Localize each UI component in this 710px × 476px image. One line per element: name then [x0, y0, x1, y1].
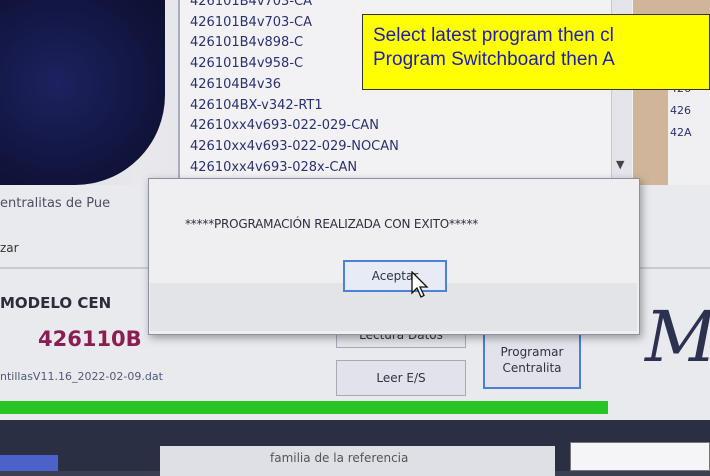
list-item[interactable]: 426104BX-v342-RT1 — [190, 98, 323, 113]
list-item[interactable]: 426101B4v703-CA — [190, 0, 312, 9]
program-switchboard-button[interactable]: Programar Centralita — [483, 331, 581, 389]
brand-letter: M — [645, 296, 710, 378]
instruction-line-2: Program Switchboard then A — [373, 49, 615, 70]
file-name: ntillasV11.16_2022-02-09.dat — [0, 370, 163, 383]
list-item[interactable]: 42610xx4v693-022-029-NOCAN — [190, 139, 399, 154]
list-item[interactable]: 42610xx4v693-022-029-CAN — [190, 118, 379, 133]
menu-item[interactable]: zar — [0, 241, 19, 255]
list-item[interactable]: 426101B4v898-C — [190, 35, 303, 50]
model-value: 426110B — [38, 327, 142, 351]
progress-bar — [0, 401, 608, 414]
list-item[interactable]: 426101B4v703-CA — [190, 15, 312, 30]
family-label: familia de la referencia — [270, 451, 409, 465]
reference-input[interactable] — [570, 442, 710, 471]
instruction-banner: Select latest program then cl Program Sw… — [362, 14, 710, 90]
program-button-line-2: Centralita — [502, 361, 562, 375]
bottom-tab[interactable] — [0, 455, 58, 471]
read-io-button[interactable]: Leer E/S — [336, 360, 466, 396]
list-item[interactable]: 42A — [670, 126, 692, 139]
list-item[interactable]: 426 — [670, 104, 691, 117]
list-item[interactable]: 426101B4v958-C — [190, 56, 303, 71]
list-item[interactable]: 42610xx4v693-028x-CAN — [190, 160, 357, 175]
window-title: entralitas de Pue — [0, 196, 111, 211]
chevron-down-icon[interactable]: ▼ — [616, 158, 624, 171]
dialog-message: *****PROGRAMACIÓN REALIZADA CON EXITO***… — [185, 217, 479, 231]
model-label: MODELO CEN — [0, 294, 112, 312]
program-button-line-1: Programar — [500, 345, 564, 359]
list-item[interactable]: 426104B4v36 — [190, 77, 281, 92]
instruction-line-1: Select latest program then cl — [373, 25, 614, 46]
mouse-pointer-icon — [410, 270, 432, 303]
